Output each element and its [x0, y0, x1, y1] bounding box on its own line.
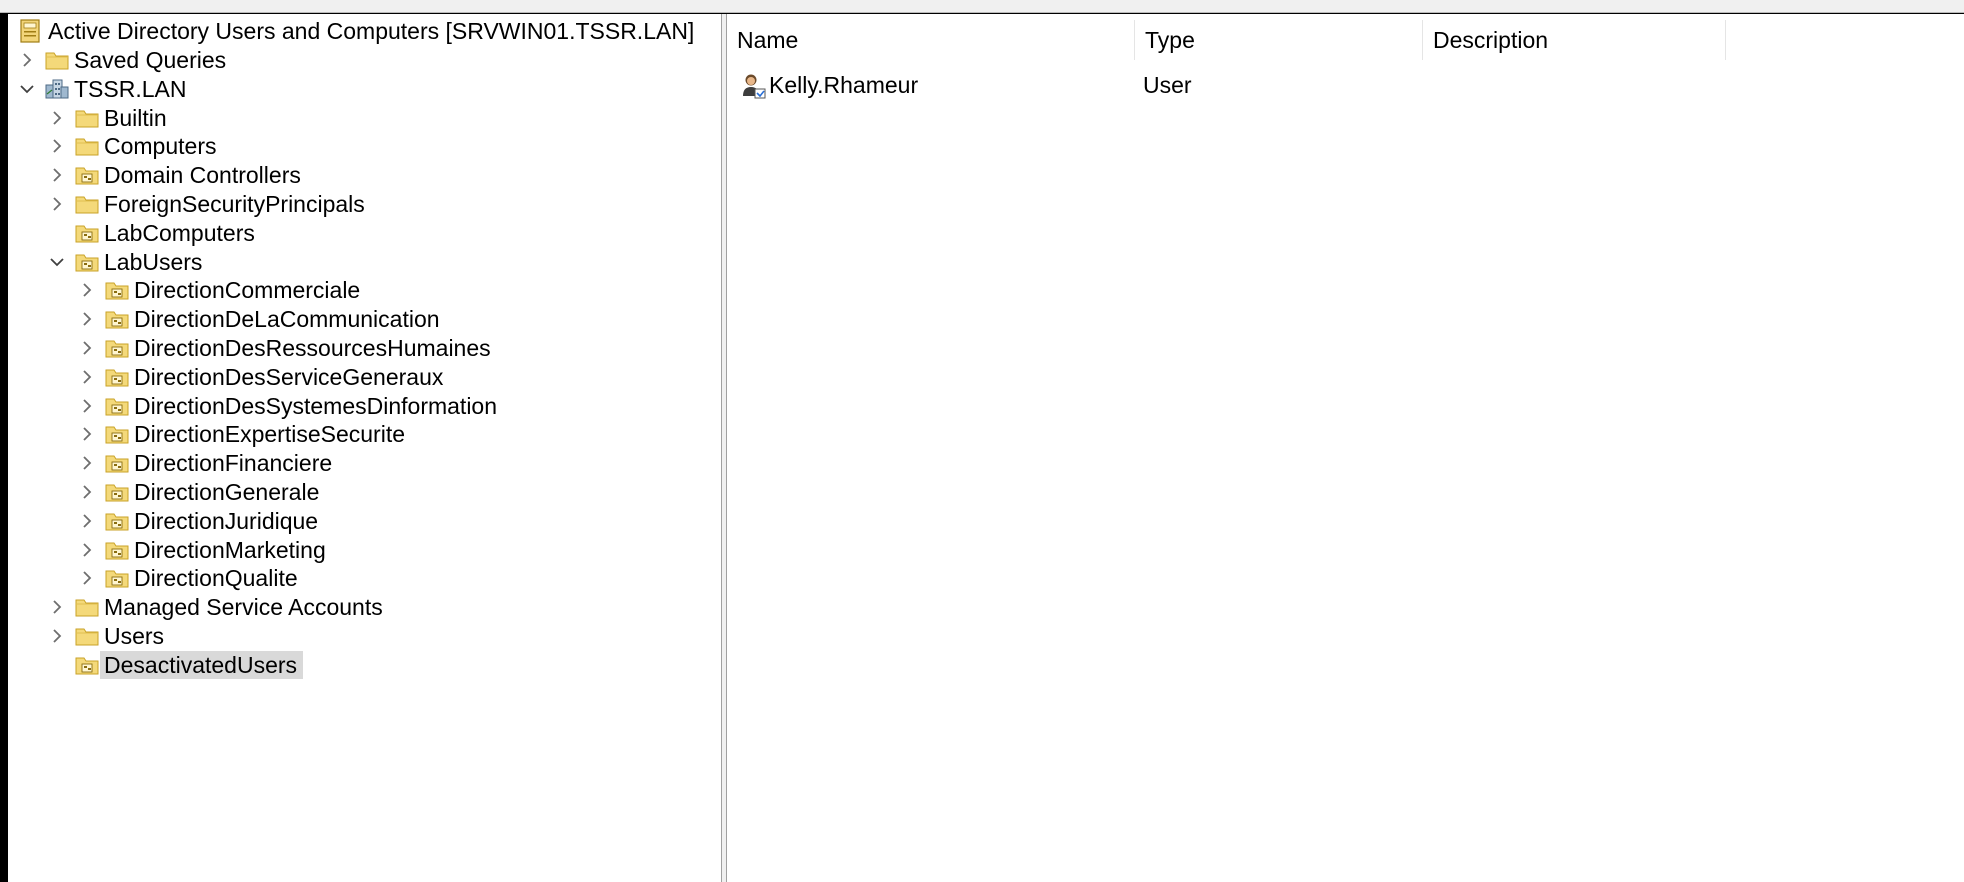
tree-item-label[interactable]: DirectionQualite	[130, 564, 304, 592]
chevron-down-icon[interactable]	[48, 253, 66, 271]
ou-icon	[74, 163, 100, 187]
tree-item-label[interactable]: Managed Service Accounts	[100, 593, 389, 621]
folder-icon	[74, 106, 100, 130]
chevron-right-icon[interactable]	[78, 541, 96, 559]
tree-item-label[interactable]: DirectionFinanciere	[130, 449, 338, 477]
chevron-right-icon[interactable]	[48, 627, 66, 645]
tree-item-label[interactable]: DirectionExpertiseSecurite	[130, 420, 411, 448]
chevron-right-icon[interactable]	[78, 454, 96, 472]
chevron-right-icon[interactable]	[78, 397, 96, 415]
column-header-name[interactable]: Name	[727, 20, 1135, 60]
chevron-right-icon[interactable]	[48, 137, 66, 155]
console-tree-pane[interactable]: Active Directory Users and Computers [SR…	[8, 14, 721, 882]
chevron-right-icon[interactable]	[78, 425, 96, 443]
aduc-console-icon	[18, 19, 44, 43]
user-name-cell[interactable]: Kelly.Rhameur	[769, 68, 918, 102]
tree-item-label[interactable]: Computers	[100, 132, 222, 160]
ou-icon	[74, 653, 100, 677]
chevron-right-icon[interactable]	[78, 569, 96, 587]
tree-item-label[interactable]: TSSR.LAN	[70, 75, 192, 103]
tree-item-label[interactable]: DirectionGenerale	[130, 478, 325, 506]
folder-icon	[74, 595, 100, 619]
tree-item-label[interactable]: DesactivatedUsers	[100, 650, 304, 679]
list-item[interactable]: Kelly.Rhameur User	[727, 68, 1964, 102]
ou-icon	[104, 394, 130, 418]
folder-icon	[74, 134, 100, 158]
user-type-cell: User	[1143, 72, 1192, 98]
tree-item-label[interactable]: DirectionDesSystemesDinformation	[130, 392, 503, 420]
chevron-right-icon[interactable]	[48, 166, 66, 184]
tree-item-label[interactable]: LabComputers	[100, 219, 261, 247]
tree-item-label[interactable]: DirectionDeLaCommunication	[130, 305, 446, 333]
chevron-right-icon[interactable]	[48, 109, 66, 127]
ou-icon	[104, 422, 130, 446]
tree-item-label[interactable]: DirectionCommerciale	[130, 276, 366, 304]
results-pane[interactable]: Name Type Description Kelly.Rhameur User	[727, 14, 1964, 882]
tree-item-label[interactable]: Saved Queries	[70, 46, 232, 74]
ou-icon	[74, 250, 100, 274]
ou-icon	[104, 509, 130, 533]
ou-icon	[104, 278, 130, 302]
top-toolbar-strip	[0, 0, 1964, 13]
ou-icon	[74, 221, 100, 245]
chevron-right-icon[interactable]	[48, 598, 66, 616]
tree-item-label[interactable]: ForeignSecurityPrincipals	[100, 190, 371, 218]
tree-item-desactivatedusers[interactable]: DesactivatedUsers	[8, 648, 721, 682]
folder-icon	[44, 48, 70, 72]
folder-icon	[74, 192, 100, 216]
ou-icon	[104, 307, 130, 331]
tree-item-label[interactable]: Domain Controllers	[100, 161, 307, 189]
tree-item-label[interactable]: Builtin	[100, 104, 173, 132]
ou-icon	[104, 336, 130, 360]
ou-icon	[104, 451, 130, 475]
list-header: Name Type Description	[727, 14, 1964, 64]
tree-item-label[interactable]: Users	[100, 622, 170, 650]
tree-item-label[interactable]: LabUsers	[100, 248, 208, 276]
chevron-right-icon[interactable]	[18, 51, 36, 69]
chevron-right-icon[interactable]	[78, 368, 96, 386]
folder-icon	[74, 624, 100, 648]
user-icon	[741, 72, 767, 100]
column-header-description[interactable]: Description	[1423, 20, 1726, 60]
domain-icon	[44, 77, 70, 101]
ou-icon	[104, 480, 130, 504]
chevron-right-icon[interactable]	[78, 310, 96, 328]
chevron-right-icon[interactable]	[78, 512, 96, 530]
ou-icon	[104, 538, 130, 562]
tree-item-label[interactable]: DirectionDesServiceGeneraux	[130, 363, 449, 391]
ou-icon	[104, 566, 130, 590]
tree-item-label[interactable]: DirectionJuridique	[130, 507, 324, 535]
chevron-right-icon[interactable]	[78, 483, 96, 501]
ou-icon	[104, 365, 130, 389]
tree-item-label[interactable]: DirectionMarketing	[130, 536, 332, 564]
chevron-down-icon[interactable]	[18, 80, 36, 98]
tree-item-label[interactable]: DirectionDesRessourcesHumaines	[130, 334, 497, 362]
column-header-type[interactable]: Type	[1135, 20, 1423, 60]
chevron-right-icon[interactable]	[78, 339, 96, 357]
chevron-right-icon[interactable]	[48, 195, 66, 213]
tree-root-label[interactable]: Active Directory Users and Computers [SR…	[44, 17, 700, 45]
chevron-right-icon[interactable]	[78, 281, 96, 299]
